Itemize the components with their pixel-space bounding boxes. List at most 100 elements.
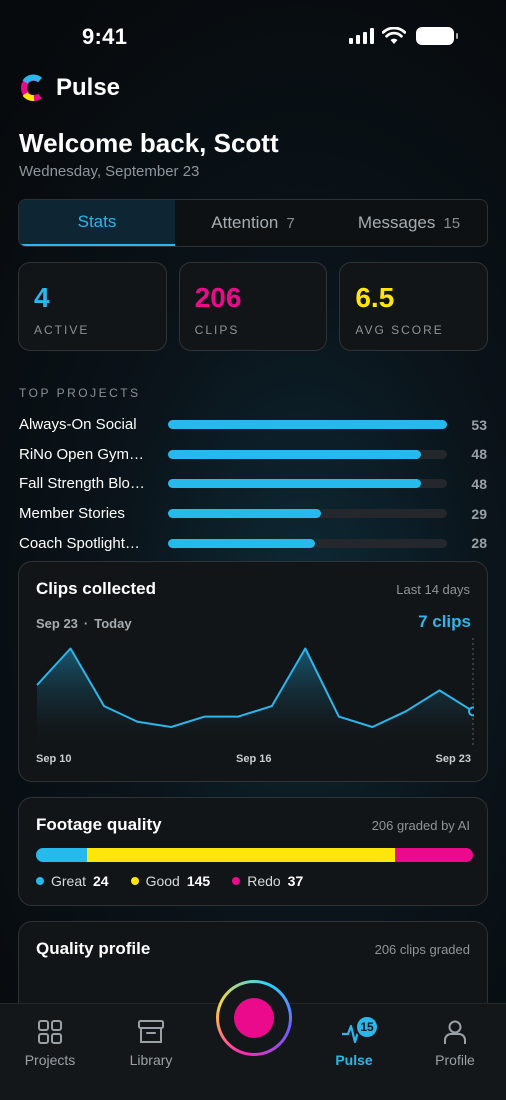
project-count: 48: [471, 475, 487, 492]
project-count: 28: [471, 535, 487, 552]
legend-value: 24: [93, 873, 109, 889]
battery-icon: [416, 27, 458, 45]
project-row[interactable]: Member Stories 29: [19, 499, 488, 529]
app-name: Pulse: [56, 74, 121, 101]
clips-area-chart[interactable]: [36, 638, 474, 750]
project-bar-track: [168, 420, 447, 430]
project-bar-fill: [168, 509, 321, 519]
project-bar-fill: [168, 420, 447, 430]
project-bar-fill: [168, 449, 421, 459]
project-bar-fill: [168, 538, 316, 548]
quality-stacked-bar: [36, 848, 473, 862]
quality-segment-redo: [394, 848, 473, 862]
tabbar-item-library[interactable]: Library: [106, 1018, 196, 1068]
stat-label: AVG SCORE: [355, 323, 444, 337]
stat-value: 4: [34, 282, 50, 313]
selection-value: 7 clips: [418, 612, 471, 631]
tab-messages[interactable]: Messages 15: [331, 200, 487, 246]
project-name: RiNo Open Gym…: [19, 445, 145, 463]
tabbar-item-projects[interactable]: Projects: [5, 1018, 95, 1068]
person-icon: [444, 1020, 466, 1044]
project-row[interactable]: Coach Spotlight… 28: [19, 528, 488, 558]
project-bar-track: [168, 449, 447, 459]
card-meta: Last 14 days: [396, 582, 470, 597]
tabbar-item-profile[interactable]: Profile: [410, 1018, 500, 1068]
tab-label: Attention: [211, 213, 279, 232]
current-date: Wednesday, September 23: [19, 163, 200, 180]
clips-collected-card: Clips collected Last 14 days Sep 23 · Toda…: [18, 561, 488, 782]
project-name: Fall Strength Blo…: [19, 475, 145, 493]
legend-label: Great: [51, 873, 87, 889]
legend-item-good: Good 145: [130, 873, 211, 889]
tabbar-label: Projects: [24, 1052, 76, 1068]
stat-label: ACTIVE: [34, 323, 90, 337]
brand: Pulse: [20, 74, 120, 102]
stats-row: 4 ACTIVE 206 CLIPS 6.5 AVG SCORE: [18, 262, 489, 351]
legend-value: 37: [287, 873, 304, 889]
quality-segment-great: [36, 848, 87, 862]
segmented-tabs: Stats Attention 7 Messages 15: [18, 199, 488, 247]
stat-value: 6.5: [355, 282, 395, 313]
legend-label: Good: [145, 873, 180, 889]
legend-label: Redo: [247, 873, 281, 889]
chart-area-fill: [37, 648, 473, 748]
selection-start: Sep 23: [36, 616, 78, 631]
legend-item-redo: Redo 37: [232, 873, 303, 889]
tabbar-item-pulse[interactable]: 15 Pulse: [309, 1015, 399, 1068]
project-row[interactable]: Always-On Social 53: [19, 410, 488, 440]
legend-dot: [232, 877, 241, 885]
legend-dot: [36, 877, 44, 885]
card-title: Quality profile: [36, 939, 151, 958]
selection-date: Sep 23 · Today: [36, 616, 132, 631]
project-bar-track: [168, 479, 447, 489]
top-projects-title: TOP PROJECTS: [19, 386, 141, 400]
project-name: Member Stories: [19, 505, 125, 523]
selection-end: Today: [94, 616, 132, 631]
separator-dot: ·: [83, 616, 89, 631]
status-time: 9:41: [82, 24, 128, 49]
stat-card-active[interactable]: 4 ACTIVE: [18, 262, 167, 351]
project-count: 29: [471, 505, 487, 522]
stat-card-avg-score[interactable]: 6.5 AVG SCORE: [339, 262, 489, 351]
tab-stats[interactable]: Stats: [19, 200, 175, 246]
stat-label: CLIPS: [194, 323, 240, 337]
card-meta: 206 clips graded: [374, 942, 470, 957]
stat-card-clips[interactable]: 206 CLIPS: [178, 262, 328, 351]
project-name: Coach Spotlight…: [19, 534, 140, 552]
quality-legend: Great 24 Good 145 Redo 37: [36, 873, 303, 889]
footage-quality-card: Footage quality 206 graded by AI Great 2…: [18, 797, 488, 906]
project-count: 48: [471, 446, 487, 463]
stat-value: 206: [194, 282, 242, 313]
archive-icon: [138, 1020, 164, 1043]
project-bar-track: [168, 509, 447, 519]
card-title: Footage quality: [36, 815, 162, 834]
project-name: Always-On Social: [19, 416, 137, 434]
tabbar-label: Library: [129, 1052, 173, 1068]
tab-label: Stats: [77, 212, 117, 231]
wifi-icon: [382, 27, 406, 44]
legend-item-great: Great 24: [36, 873, 109, 889]
project-bar-track: [168, 538, 447, 548]
project-row[interactable]: Fall Strength Blo… 48: [19, 469, 488, 499]
cellular-signal-icon: [349, 28, 374, 44]
top-projects-list: Always-On Social 53 RiNo Open Gym… 48 Fa…: [19, 410, 488, 558]
chart-selected-point: [468, 706, 474, 717]
project-count: 53: [471, 416, 487, 433]
tabbar-label: Pulse: [335, 1052, 373, 1068]
pulse-logo-icon: [21, 74, 42, 101]
status-icons: [349, 27, 458, 45]
legend-value: 145: [186, 873, 211, 889]
tab-attention[interactable]: Attention 7: [175, 200, 331, 246]
record-icon: [234, 998, 274, 1038]
status-bar: 9:41: [0, 0, 506, 70]
project-row[interactable]: RiNo Open Gym… 48: [19, 440, 488, 470]
card-title: Clips collected: [36, 579, 156, 598]
quality-segment-good: [86, 848, 395, 862]
tabbar-label: Profile: [435, 1052, 475, 1068]
welcome-heading: Welcome back, Scott: [19, 128, 279, 158]
record-button[interactable]: [216, 980, 292, 1056]
tab-label: Messages: [357, 213, 436, 232]
x-tick-label: Sep 16: [236, 753, 272, 765]
tab-count: 7: [286, 214, 295, 232]
x-tick-label: Sep 10: [36, 753, 72, 765]
